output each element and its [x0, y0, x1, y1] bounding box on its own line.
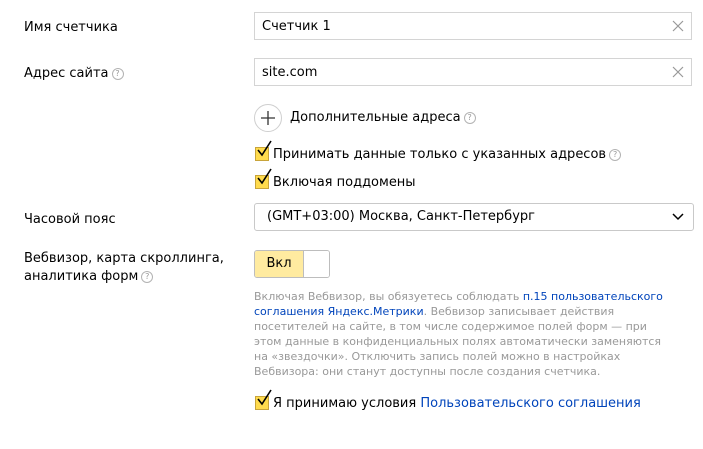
counter-name-field[interactable]	[254, 12, 692, 40]
webvisor-label-row: аналитика форм?	[24, 268, 154, 286]
include-subdomains-label[interactable]: Включая поддомены	[273, 174, 416, 192]
site-address-input[interactable]	[262, 59, 662, 85]
webvisor-toggle-on-label: Вкл	[255, 251, 303, 277]
timezone-value: (GMT+03:00) Москва, Санкт-Петербург	[267, 209, 535, 224]
checkmark-icon	[257, 140, 272, 157]
chevron-down-icon	[672, 213, 684, 221]
agreement-prefix: Я принимаю условия	[273, 396, 421, 411]
help-icon[interactable]: ?	[609, 149, 622, 161]
counter-name-label: Имя счетчика	[24, 20, 118, 35]
additional-addresses-link[interactable]: Дополнительные адреса	[290, 110, 461, 125]
webvisor-note-prefix: Включая Вебвизор, вы обязуетесь соблюдат…	[254, 290, 523, 303]
help-icon[interactable]: ?	[141, 271, 154, 283]
user-agreement-link[interactable]: Пользовательского соглашения	[420, 396, 640, 411]
only-specified-label[interactable]: Принимать данные только с указанных адре…	[273, 147, 606, 162]
only-specified-checkbox[interactable]	[255, 140, 272, 161]
add-address-button[interactable]	[254, 104, 282, 132]
site-address-field[interactable]	[254, 58, 692, 86]
site-address-label: Адрес сайта	[24, 66, 109, 81]
checkmark-icon	[257, 168, 272, 185]
site-address-label-row: Адрес сайта?	[24, 65, 124, 83]
include-subdomains-checkbox[interactable]	[255, 168, 272, 189]
webvisor-note: Включая Вебвизор, вы обязуетесь соблюдат…	[254, 289, 674, 379]
webvisor-label-line2: аналитика форм	[24, 269, 139, 284]
webvisor-toggle[interactable]: Вкл	[254, 250, 330, 278]
clear-icon[interactable]	[672, 20, 684, 32]
additional-addresses-row: Дополнительные адреса?	[290, 109, 476, 127]
help-icon[interactable]: ?	[111, 68, 124, 80]
webvisor-label-line1: Вебвизор, карта скроллинга,	[24, 251, 224, 266]
plus-icon	[261, 111, 275, 125]
timezone-select[interactable]: (GMT+03:00) Москва, Санкт-Петербург	[254, 203, 694, 231]
only-specified-row: Принимать данные только с указанных адре…	[273, 146, 622, 164]
help-icon[interactable]: ?	[463, 112, 476, 124]
clear-icon[interactable]	[672, 66, 684, 78]
webvisor-toggle-knob[interactable]	[303, 251, 329, 277]
counter-name-input[interactable]	[262, 13, 662, 39]
timezone-label: Часовой пояс	[24, 212, 116, 227]
agreement-row: Я принимаю условия Пользовательского сог…	[273, 395, 641, 413]
checkmark-icon	[257, 389, 272, 406]
agreement-checkbox[interactable]	[255, 389, 272, 410]
